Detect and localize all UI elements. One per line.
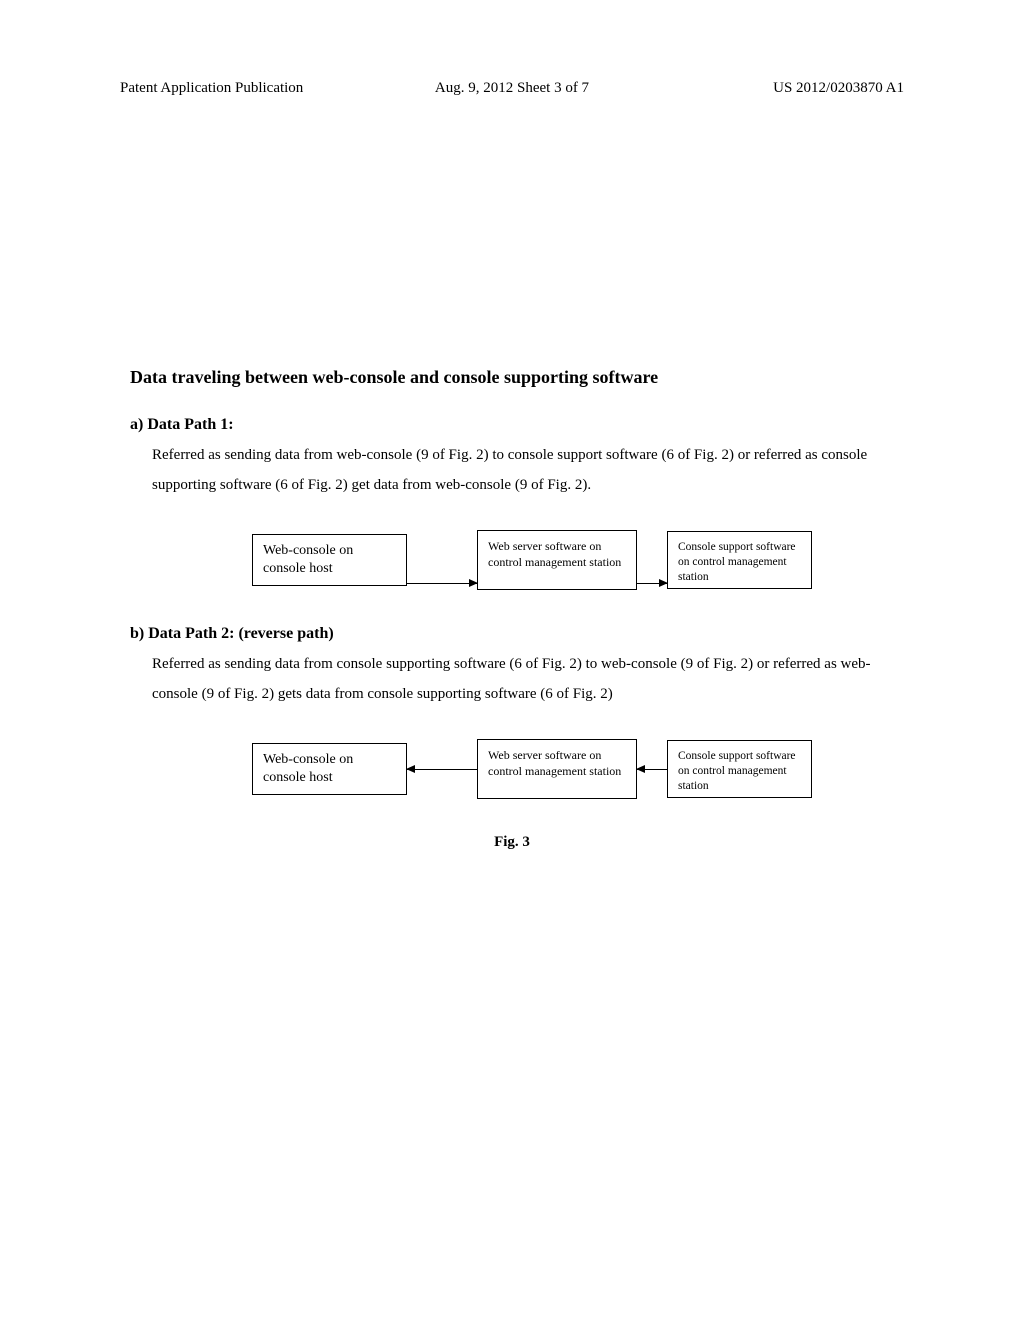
box-console-support-1: Console support software on control mana… — [667, 531, 812, 589]
section-data-path-2: b) Data Path 2: (reverse path) Referred … — [130, 625, 904, 709]
diagram-data-path-2: Web-console on console host Web server s… — [160, 739, 904, 799]
arrow-right-2 — [637, 533, 667, 588]
figure-caption: Fig. 3 — [120, 834, 904, 851]
section-a-body: Referred as sending data from web-consol… — [152, 440, 904, 500]
header-publication: Patent Application Publication — [120, 80, 381, 97]
section-b-heading: b) Data Path 2: (reverse path) — [130, 625, 904, 643]
section-a-heading: a) Data Path 1: — [130, 416, 904, 434]
box-web-server-1: Web server software on control managemen… — [477, 530, 637, 590]
patent-page: Patent Application Publication Aug. 9, 2… — [0, 0, 1024, 1320]
arrow-right-1 — [407, 533, 477, 588]
arrow-left-2 — [637, 742, 667, 797]
diagram-data-path-1: Web-console on console host Web server s… — [160, 530, 904, 590]
section-data-path-1: a) Data Path 1: Referred as sending data… — [130, 416, 904, 500]
header-patent-number: US 2012/0203870 A1 — [643, 80, 904, 97]
box-console-support-2: Console support software on control mana… — [667, 740, 812, 798]
box-web-console-2: Web-console on console host — [252, 743, 407, 795]
header-date-sheet: Aug. 9, 2012 Sheet 3 of 7 — [381, 80, 642, 97]
section-b-body: Referred as sending data from console su… — [152, 649, 904, 709]
page-title: Data traveling between web-console and c… — [130, 367, 904, 388]
box-web-server-2: Web server software on control managemen… — [477, 739, 637, 799]
arrow-left-1 — [407, 742, 477, 797]
box-web-console-1: Web-console on console host — [252, 534, 407, 586]
page-header: Patent Application Publication Aug. 9, 2… — [120, 80, 904, 97]
